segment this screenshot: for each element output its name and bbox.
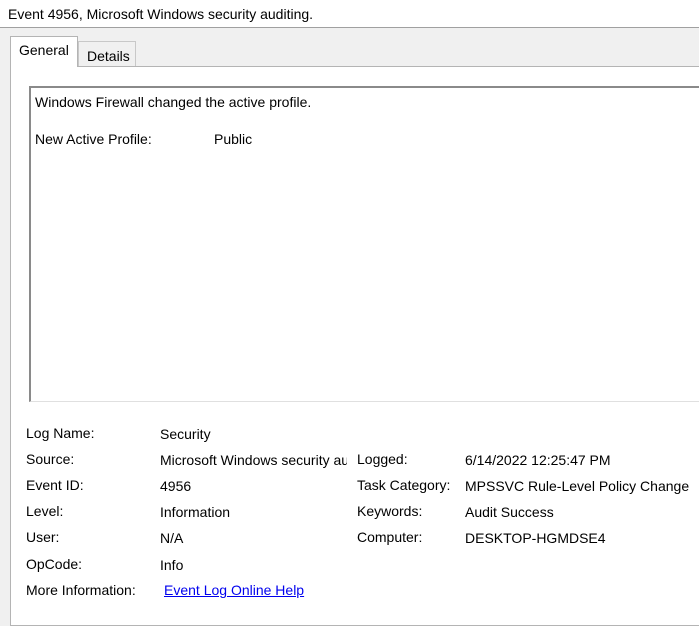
user-label: User: xyxy=(26,529,60,545)
tab-details[interactable]: Details xyxy=(78,41,136,66)
user-value: N/A xyxy=(160,530,184,546)
new-active-profile-label: New Active Profile: xyxy=(35,131,152,147)
level-label: Level: xyxy=(26,503,64,519)
level-value: Information xyxy=(160,504,231,520)
logged-label: Logged: xyxy=(357,451,408,467)
event-id-value: 4956 xyxy=(160,478,192,494)
opcode-label: OpCode: xyxy=(26,556,83,572)
source-value: Microsoft Windows security auditing. xyxy=(160,452,347,468)
event-description-box[interactable]: Windows Firewall changed the active prof… xyxy=(29,86,699,402)
log-name-label: Log Name: xyxy=(26,425,95,441)
task-category-value: MPSSVC Rule-Level Policy Change xyxy=(465,478,690,494)
description-text: Windows Firewall changed the active prof… xyxy=(35,94,312,110)
new-active-profile-value: Public xyxy=(214,131,253,147)
computer-label: Computer: xyxy=(357,529,423,545)
computer-value: DESKTOP-HGMDSE4 xyxy=(465,530,606,546)
source-label: Source: xyxy=(26,451,75,467)
keywords-label: Keywords: xyxy=(357,503,423,519)
event-id-label: Event ID: xyxy=(26,477,84,493)
opcode-value: Info xyxy=(160,557,184,573)
keywords-value: Audit Success xyxy=(465,504,554,520)
more-information-label: More Information: xyxy=(26,582,136,598)
tab-general[interactable]: General xyxy=(10,36,78,67)
window-title: Event 4956, Microsoft Windows security a… xyxy=(0,0,699,28)
event-log-online-help-link[interactable]: Event Log Online Help xyxy=(164,582,304,598)
logged-value: 6/14/2022 12:25:47 PM xyxy=(465,452,611,468)
task-category-label: Task Category: xyxy=(357,477,451,493)
log-name-value: Security xyxy=(160,426,211,442)
